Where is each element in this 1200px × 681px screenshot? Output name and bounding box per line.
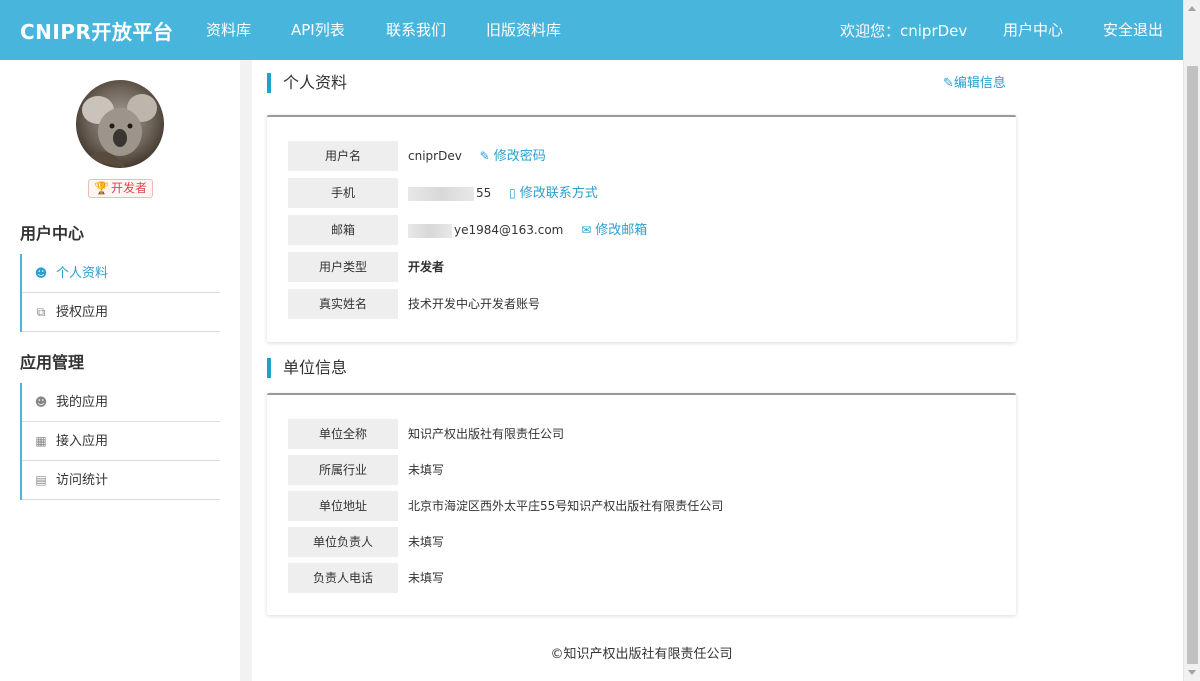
sidebar-item-label: 接入应用: [56, 434, 109, 449]
sidebar-group-user-center: ☻ 个人资料 ⧉ 授权应用: [20, 254, 220, 332]
nav-link-library[interactable]: 资料库: [206, 19, 251, 40]
building-icon: ▦: [35, 434, 47, 448]
scroll-thumb[interactable]: [1187, 66, 1198, 664]
scroll-up-icon[interactable]: [1188, 6, 1196, 11]
avatar: [76, 80, 164, 168]
user-center-link[interactable]: 用户中心: [1003, 19, 1063, 40]
top-navbar: CNIPR开放平台 资料库 API列表 联系我们 旧版资料库 欢迎您：cnipr…: [0, 0, 1183, 60]
field-label: 单位全称: [288, 419, 398, 449]
change-contact-label: 修改联系方式: [519, 186, 598, 201]
koala-avatar-icon: [76, 80, 164, 168]
page-scrollbar[interactable]: [1183, 0, 1200, 681]
user-type-value: 开发者: [408, 260, 445, 274]
sidebar-heading-user-center: 用户中心: [20, 224, 85, 243]
sidebar-heading-app-management: 应用管理: [20, 353, 85, 372]
field-value: ye1984@163.com ✉ 修改邮箱: [408, 215, 647, 245]
sidebar-item-label: 授权应用: [56, 305, 109, 320]
field-label: 邮箱: [288, 215, 398, 245]
envelope-icon: ✉: [581, 223, 592, 237]
sidebar-item-access-stats[interactable]: ▤ 访问统计: [22, 461, 220, 500]
sidebar-item-label: 访问统计: [56, 473, 109, 488]
email-value: ye1984@163.com: [454, 223, 564, 237]
windows-icon: ⧉: [36, 305, 46, 319]
nav-link-api-list[interactable]: API列表: [291, 19, 345, 40]
field-label: 单位负责人: [288, 527, 398, 557]
profile-card: 用户名 cniprDev ✎ 修改密码 手机 55 ▯ 修改联系方式 邮箱 ye19…: [267, 115, 1016, 342]
change-email-label: 修改邮箱: [595, 223, 648, 238]
org-section-title: 单位信息: [267, 358, 347, 378]
nav-link-old-library[interactable]: 旧版资料库: [486, 19, 561, 40]
field-label: 用户名: [288, 141, 398, 171]
username-value: cniprDev: [408, 149, 462, 163]
field-value: 北京市海淀区西外太平庄55号知识产权出版社有限责任公司: [408, 499, 724, 513]
logout-link[interactable]: 安全退出: [1103, 19, 1163, 40]
mobile-icon: ▯: [509, 186, 516, 200]
sidebar-item-connected-apps[interactable]: ▦ 接入应用: [22, 422, 220, 461]
field-label: 负责人电话: [288, 563, 398, 593]
user-icon: ☻: [34, 266, 48, 280]
brand-logo[interactable]: CNIPR开放平台: [20, 16, 173, 45]
field-label: 单位地址: [288, 491, 398, 521]
bar-chart-icon: ▤: [35, 473, 47, 487]
field-label: 用户类型: [288, 252, 398, 282]
role-badge: 🏆 开发者: [88, 179, 153, 198]
change-password-label: 修改密码: [493, 149, 546, 164]
sidebar-item-label: 我的应用: [56, 395, 109, 410]
change-contact-link[interactable]: ▯ 修改联系方式: [509, 186, 598, 201]
org-card: 单位全称 知识产权出版社有限责任公司 所属行业 未填写 单位地址 北京市海淀区西…: [267, 393, 1016, 615]
field-value: 未填写: [408, 463, 445, 477]
sidebar-item-profile[interactable]: ☻ 个人资料: [22, 254, 220, 293]
real-name-value: 技术开发中心开发者账号: [408, 297, 541, 311]
nav-link-contact[interactable]: 联系我们: [386, 19, 446, 40]
redacted-block: [408, 186, 474, 201]
field-label: 手机: [288, 178, 398, 208]
change-password-link[interactable]: ✎ 修改密码: [480, 149, 546, 164]
change-email-link[interactable]: ✉ 修改邮箱: [581, 223, 647, 238]
profile-section-title: 个人资料: [267, 73, 347, 93]
footer-copyright: ©知识产权出版社有限责任公司: [550, 647, 733, 662]
field-label: 真实姓名: [288, 289, 398, 319]
field-value: 知识产权出版社有限责任公司: [408, 427, 565, 441]
field-label: 所属行业: [288, 455, 398, 485]
sidebar-group-app-management: ☻ 我的应用 ▦ 接入应用 ▤ 访问统计: [20, 383, 220, 500]
edit-icon: ✎: [479, 149, 490, 163]
field-value: 55 ▯ 修改联系方式: [408, 178, 598, 208]
role-badge-label: 开发者: [110, 181, 147, 195]
field-value: 未填写: [408, 571, 445, 585]
content-gutter: [240, 60, 252, 681]
sidebar-item-authorized-apps[interactable]: ⧉ 授权应用: [22, 293, 220, 332]
redacted-block: [408, 223, 452, 238]
edit-info-link[interactable]: ✎编辑信息: [943, 72, 1006, 91]
edit-info-label: 编辑信息: [953, 76, 1006, 91]
field-value: cniprDev ✎ 修改密码: [408, 141, 546, 171]
sidebar-item-label: 个人资料: [56, 266, 109, 281]
field-value: 未填写: [408, 535, 445, 549]
edit-icon: ✎: [943, 76, 954, 91]
sidebar-item-my-apps[interactable]: ☻ 我的应用: [22, 383, 220, 422]
phone-value: 55: [476, 186, 492, 200]
user-icon: ☻: [34, 395, 48, 409]
trophy-icon: 🏆: [94, 181, 109, 195]
scroll-down-icon[interactable]: [1188, 670, 1196, 675]
welcome-text: 欢迎您：cniprDev: [840, 22, 968, 40]
